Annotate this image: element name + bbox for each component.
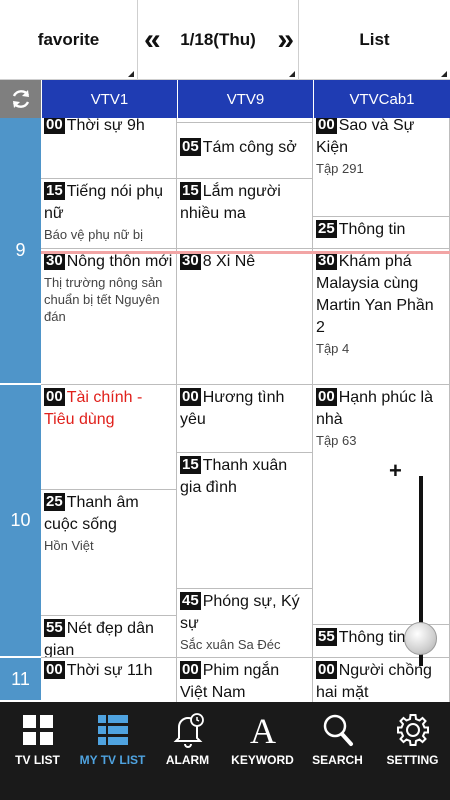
- nav-alarm[interactable]: ALARM: [150, 702, 225, 800]
- program-cell[interactable]: 30 Khám phá Malaysia cùng Martin Yan Phần…: [313, 249, 450, 385]
- program-cell[interactable]: 30 8 Xi Nê: [177, 249, 313, 385]
- program-minute: 00: [44, 388, 65, 406]
- zoom-slider-handle[interactable]: [404, 622, 437, 655]
- program-cell[interactable]: 25 Thanh âm cuộc sống Hồn Việt: [41, 490, 177, 616]
- program-minute: 55: [44, 619, 65, 637]
- program-minute: 00: [180, 661, 201, 679]
- list-label: List: [359, 30, 390, 49]
- nav-label: SETTING: [386, 753, 439, 767]
- list-button[interactable]: List: [299, 0, 450, 80]
- nav-label: SEARCH: [312, 753, 363, 767]
- nav-keyword[interactable]: A KEYWORD: [225, 702, 300, 800]
- program-cell[interactable]: 00 Thời sự 9h: [41, 118, 177, 179]
- next-day-icon[interactable]: »: [277, 25, 293, 55]
- program-minute: 45: [180, 592, 201, 610]
- favorite-label: favorite: [37, 30, 100, 49]
- program-cell[interactable]: 15 Tiếng nói phụ nữ Báo vệ phụ nữ bị: [41, 179, 177, 249]
- program-minute: 55: [316, 628, 337, 646]
- date-label[interactable]: 1/18(Thu): [180, 30, 256, 50]
- program-minute: 30: [44, 252, 65, 270]
- refresh-icon: [12, 90, 29, 108]
- bottom-nav: TV LIST MY TV LIST ALARM A KEYWORD SEARC…: [0, 702, 450, 800]
- favorite-button[interactable]: favorite: [0, 0, 137, 80]
- program-title: Thời sự 9h: [66, 118, 145, 134]
- program-minute: 00: [180, 388, 201, 406]
- program-minute: 00: [44, 118, 65, 134]
- hour-label-11: 11: [0, 658, 41, 702]
- nav-my-tv-list[interactable]: MY TV LIST: [75, 702, 150, 800]
- program-subtitle: Thị trường nông sản chuẩn bị tết Nguyên …: [44, 275, 163, 324]
- program-cell[interactable]: 00 Hương tình yêu: [177, 385, 313, 453]
- program-cell[interactable]: 25 Thông tin: [313, 217, 450, 249]
- program-cell[interactable]: 00 Thời sự 11h: [41, 658, 177, 702]
- alarm-icon: [173, 713, 204, 748]
- top-bar: favorite « 1/18(Thu) » List: [0, 0, 450, 80]
- corner-indicator: [289, 71, 295, 77]
- program-minute: 30: [316, 252, 337, 270]
- program-minute: 00: [316, 661, 337, 679]
- list-icon: [97, 715, 128, 745]
- program-cell[interactable]: 05 Tám công sở: [177, 123, 313, 179]
- program-cell[interactable]: 55 Nét đẹp dân gian: [41, 616, 177, 658]
- date-selector: « 1/18(Thu) »: [137, 0, 299, 80]
- svg-text:A: A: [250, 712, 276, 748]
- hour-label-9: 9: [0, 118, 41, 385]
- program-subtitle: Tập 4: [316, 341, 350, 356]
- program-subtitle: Sắc xuân Sa Đéc: [180, 637, 281, 652]
- nav-tv-list[interactable]: TV LIST: [0, 702, 75, 800]
- channel-header-vtvcab1[interactable]: VTVCab1: [313, 80, 450, 118]
- grid-icon: [22, 715, 53, 745]
- program-subtitle: Hồn Việt: [44, 538, 94, 553]
- program-cell[interactable]: 45 Phóng sự, Ký sự Sắc xuân Sa Đéc: [177, 589, 313, 658]
- nav-label: ALARM: [165, 753, 210, 767]
- program-minute: 00: [316, 118, 337, 134]
- program-minute: 00: [44, 661, 65, 679]
- program-minute: 15: [44, 182, 65, 200]
- program-cell[interactable]: 00 Tài chính - Tiêu dùng: [41, 385, 177, 490]
- program-minute: 15: [180, 182, 201, 200]
- zoom-plus-icon[interactable]: +: [389, 458, 402, 484]
- keyword-icon: A: [250, 712, 276, 748]
- program-grid: 00 Thời sự 9h 15 Tiếng nói phụ nữ Báo vệ p…: [41, 118, 450, 702]
- hour-label-10: 10: [0, 385, 41, 658]
- program-cell[interactable]: 00 Người chồng hai mặt: [313, 658, 450, 702]
- corner-indicator: [441, 71, 447, 77]
- program-minute: 30: [180, 252, 201, 270]
- program-title: Thông tin: [338, 221, 406, 238]
- program-title: Tám công sở: [202, 139, 297, 156]
- program-minute: 25: [44, 493, 65, 511]
- search-icon: [323, 714, 353, 746]
- corner-indicator: [128, 71, 134, 77]
- program-cell[interactable]: 15 Thanh xuân gia đình: [177, 453, 313, 589]
- program-minute: 15: [180, 456, 201, 474]
- program-cell[interactable]: 30 Nông thôn mới Thị trường nông sản chuẩ…: [41, 249, 177, 385]
- nav-search[interactable]: SEARCH: [300, 702, 375, 800]
- gear-icon: [396, 714, 429, 746]
- nav-setting[interactable]: SETTING: [375, 702, 450, 800]
- prev-day-icon[interactable]: «: [144, 25, 160, 55]
- refresh-button[interactable]: [0, 80, 41, 118]
- current-time-line: [41, 251, 450, 254]
- program-title: Thời sự 11h: [66, 662, 153, 679]
- program-cell[interactable]: 00 Hạnh phúc là nhà Tập 63: [313, 385, 450, 625]
- nav-label: KEYWORD: [231, 753, 294, 767]
- program-minute: 05: [180, 138, 201, 156]
- channel-header-vtv9[interactable]: VTV9: [177, 80, 313, 118]
- program-cell[interactable]: 00 Sao và Sự Kiện Tập 291: [313, 118, 450, 217]
- program-title: Thông tin: [338, 629, 406, 646]
- program-title: Nông thôn mới: [66, 253, 173, 270]
- program-subtitle: Tập 291: [316, 161, 364, 176]
- program-subtitle: Tập 63: [316, 433, 357, 448]
- program-subtitle: Báo vệ phụ nữ bị: [44, 227, 144, 242]
- program-title: 8 Xi Nê: [202, 253, 256, 270]
- program-minute: 25: [316, 220, 337, 238]
- channel-header-vtv1[interactable]: VTV1: [41, 80, 177, 118]
- program-cell[interactable]: 15 Lắm người nhiều ma: [177, 179, 313, 249]
- nav-label: TV LIST: [15, 753, 60, 767]
- nav-label: MY TV LIST: [79, 753, 146, 767]
- program-cell[interactable]: 00 Phim ngắn Việt Nam: [177, 658, 313, 702]
- program-minute: 00: [316, 388, 337, 406]
